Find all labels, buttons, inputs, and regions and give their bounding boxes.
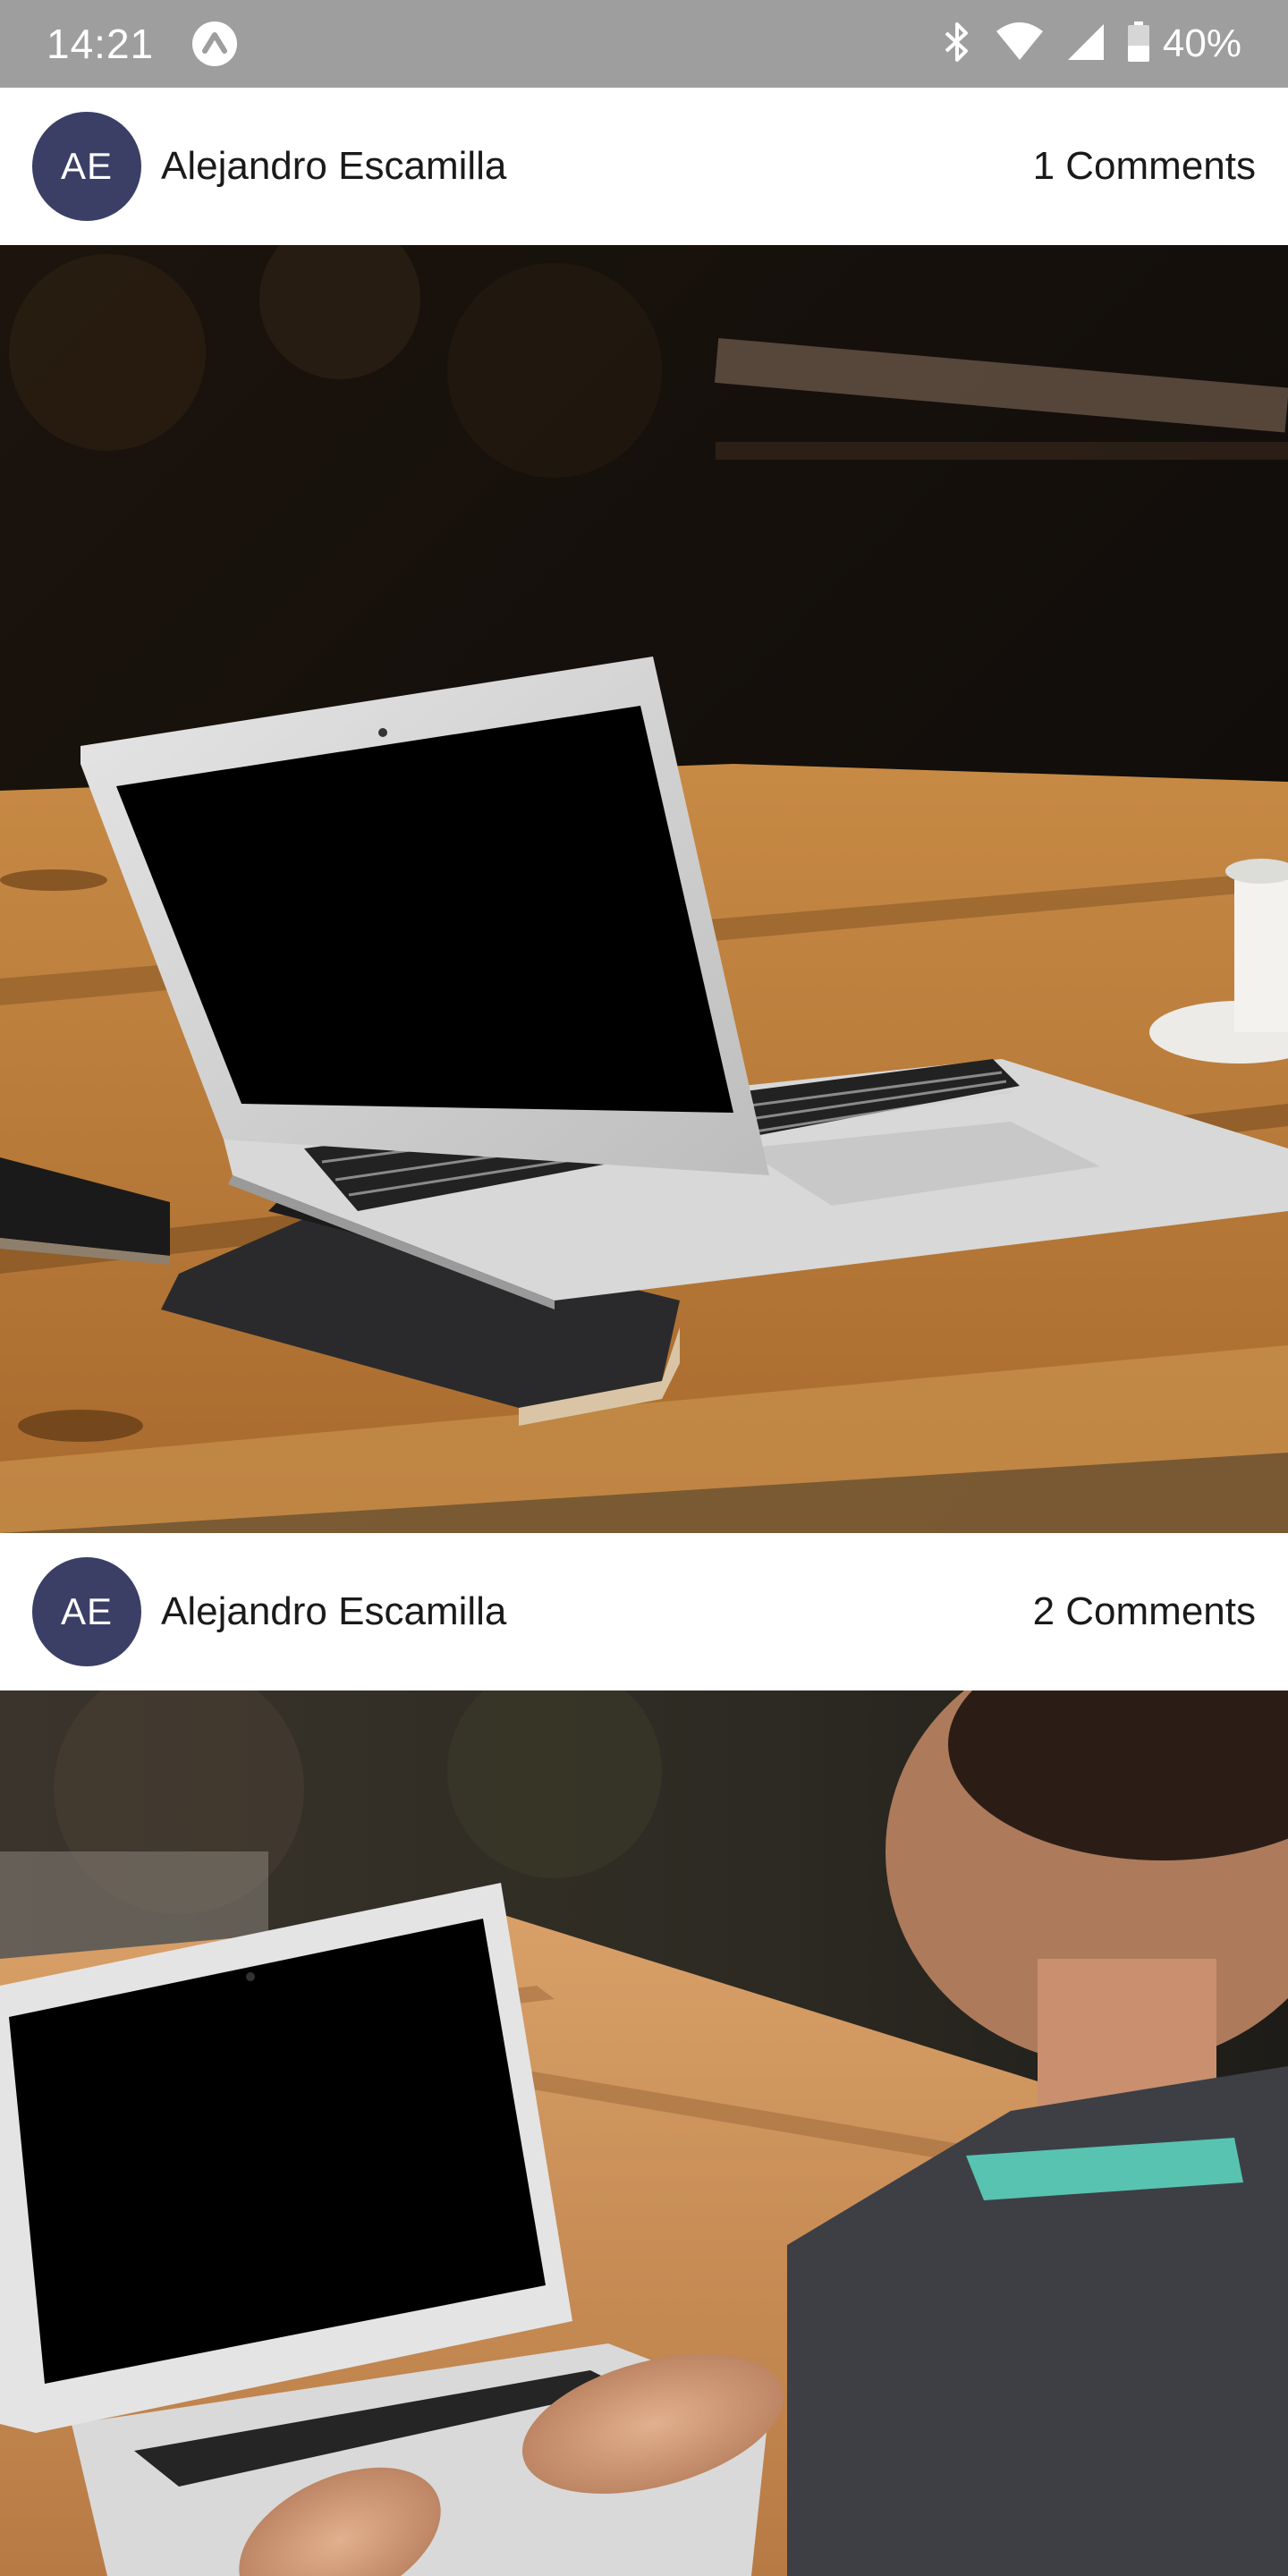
laptop-on-wooden-table-photo[interactable] (0, 245, 1288, 1533)
avatar[interactable]: AE (32, 1557, 141, 1666)
status-bar-right: 40% (919, 21, 1241, 68)
avatar[interactable]: AE (32, 112, 141, 221)
status-time: 14:21 (47, 21, 155, 67)
post-header[interactable]: AE Alejandro Escamilla 2 Comments (0, 1533, 1288, 1690)
battery-percentage: 40% (1162, 21, 1241, 65)
signal-icon (1066, 22, 1106, 66)
comments-count[interactable]: 2 Comments (1033, 1589, 1256, 1634)
person-typing-on-laptop-photo[interactable] (0, 1690, 1288, 2576)
battery-icon (1127, 21, 1150, 67)
author-info[interactable]: AE Alejandro Escamilla (32, 112, 506, 221)
author-name[interactable]: Alejandro Escamilla (161, 1589, 506, 1634)
app-a-icon (191, 21, 238, 67)
bluetooth-icon (941, 21, 973, 68)
author-info[interactable]: AE Alejandro Escamilla (32, 1557, 506, 1666)
comments-count[interactable]: 1 Comments (1033, 144, 1256, 189)
post-header[interactable]: AE Alejandro Escamilla 1 Comments (0, 88, 1288, 245)
status-bar-left: 14:21 (47, 20, 238, 68)
wifi-icon (995, 21, 1045, 66)
status-bar: 14:21 40% (0, 0, 1288, 88)
author-name[interactable]: Alejandro Escamilla (161, 144, 506, 189)
